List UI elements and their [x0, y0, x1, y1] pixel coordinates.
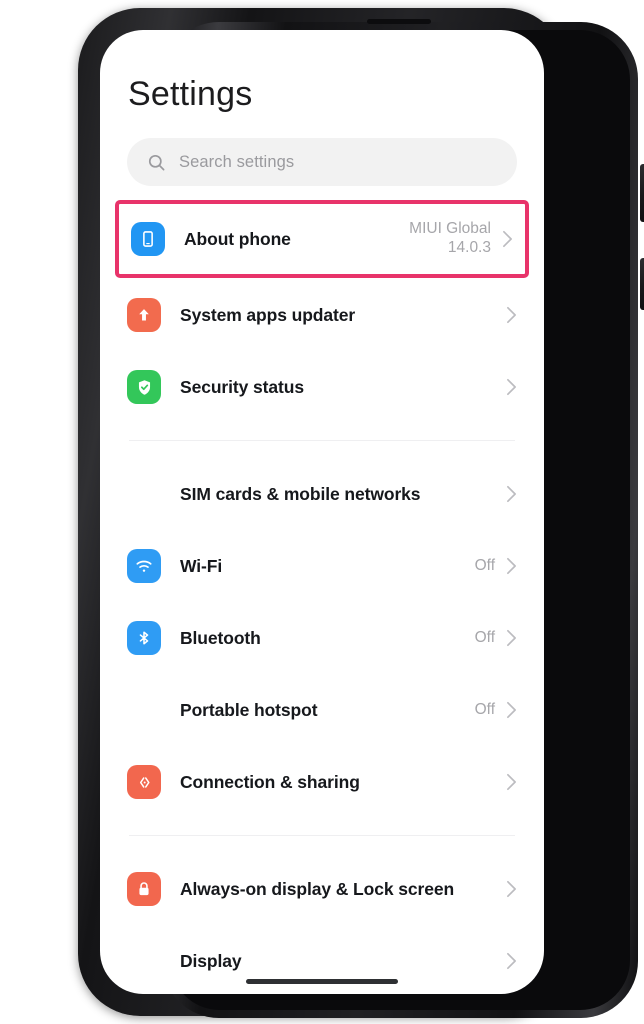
- settings-row-value: MIUI Global 14.0.3: [409, 220, 491, 257]
- chevron-right-icon: [506, 701, 517, 719]
- bluetooth-icon: [127, 621, 161, 656]
- phone-screen: Settings Search settings About phone MIU…: [100, 30, 544, 994]
- settings-group-connectivity: SIM cards & mobile networks Wi-Fi Off Bl…: [127, 458, 517, 818]
- chevron-right-icon: [506, 306, 517, 324]
- chevron-right-icon: [506, 952, 517, 970]
- brightness-icon: [127, 944, 161, 978]
- page-title: Settings: [128, 75, 253, 113]
- chevron-right-icon: [506, 485, 517, 503]
- hotspot-icon: [127, 693, 161, 727]
- settings-row-label: About phone: [184, 229, 291, 250]
- search-input[interactable]: Search settings: [127, 138, 517, 187]
- highlight-box: About phone MIUI Global 14.0.3: [115, 200, 529, 279]
- settings-row-label: Wi-Fi: [180, 556, 223, 577]
- settings-row-security-status[interactable]: Security status: [127, 351, 517, 423]
- settings-row-wifi[interactable]: Wi-Fi Off: [127, 530, 517, 602]
- settings-row-label: SIM cards & mobile networks: [180, 484, 421, 505]
- wifi-icon: [127, 549, 161, 584]
- settings-group-device: About phone MIUI Global 14.0.3 System ap…: [115, 200, 529, 423]
- connection-sharing-icon: [127, 765, 161, 800]
- settings-row-value: Off: [474, 556, 495, 574]
- settings-row-sim-cards[interactable]: SIM cards & mobile networks: [127, 458, 517, 530]
- search-placeholder: Search settings: [179, 152, 295, 171]
- chevron-right-icon: [506, 629, 517, 647]
- settings-row-connection-sharing[interactable]: Connection & sharing: [127, 746, 517, 818]
- settings-row-label: Display: [180, 951, 242, 972]
- settings-row-bluetooth[interactable]: Bluetooth Off: [127, 602, 517, 674]
- lock-icon: [127, 872, 161, 907]
- settings-row-label: Bluetooth: [180, 628, 261, 649]
- group-divider: [129, 440, 515, 442]
- group-divider: [129, 835, 515, 837]
- settings-row-value: Off: [474, 700, 495, 718]
- settings-row-system-apps-updater[interactable]: System apps updater: [127, 279, 517, 351]
- settings-row-label: Always-on display & Lock screen: [180, 879, 455, 900]
- chevron-right-icon: [502, 230, 513, 248]
- settings-row-always-on-display[interactable]: Always-on display & Lock screen: [127, 853, 517, 925]
- settings-row-label: Security status: [180, 377, 304, 398]
- volume-button[interactable]: [640, 258, 644, 310]
- settings-row-value: Off: [474, 628, 495, 646]
- chevron-right-icon: [506, 557, 517, 575]
- sim-card-icon: [127, 477, 161, 511]
- settings-app: Settings Search settings About phone MIU…: [100, 30, 544, 994]
- settings-row-about-phone[interactable]: About phone MIUI Global 14.0.3: [131, 204, 513, 274]
- settings-row-portable-hotspot[interactable]: Portable hotspot Off: [127, 674, 517, 746]
- chevron-right-icon: [506, 378, 517, 396]
- chevron-right-icon: [506, 773, 517, 791]
- settings-row-label: Connection & sharing: [180, 772, 360, 793]
- chevron-right-icon: [506, 880, 517, 898]
- arrow-up-icon: [127, 298, 161, 333]
- home-indicator[interactable]: [246, 979, 398, 984]
- settings-list: About phone MIUI Global 14.0.3 System ap…: [115, 200, 529, 994]
- search-icon: [147, 153, 166, 172]
- earpiece-speaker-slot: [367, 19, 431, 24]
- power-button[interactable]: [640, 164, 644, 222]
- settings-row-label: System apps updater: [180, 305, 356, 326]
- settings-group-display: Always-on display & Lock screen Display: [127, 853, 517, 994]
- shield-check-icon: [127, 370, 161, 405]
- phone-icon: [131, 222, 165, 257]
- settings-row-label: Portable hotspot: [180, 700, 318, 721]
